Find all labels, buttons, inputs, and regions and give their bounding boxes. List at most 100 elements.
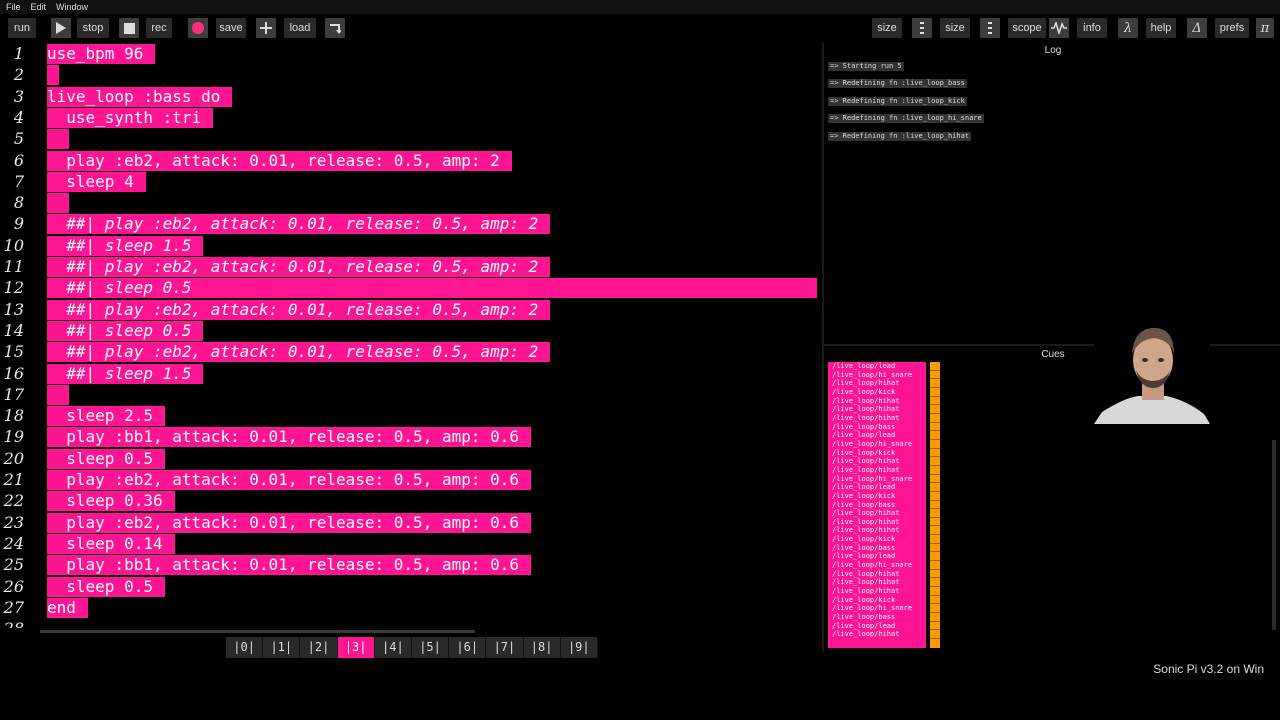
cues-vertical-scrollbar[interactable] bbox=[1272, 440, 1276, 630]
cue-bar-segment bbox=[930, 509, 940, 518]
stop-icon[interactable] bbox=[119, 18, 139, 38]
stop-button[interactable]: stop bbox=[77, 18, 109, 38]
cue-bar-segment bbox=[930, 526, 940, 536]
editor-line[interactable]: 23 play :eb2, attack: 0.01, release: 0.5… bbox=[0, 512, 820, 533]
editor-line[interactable]: 22 sleep 0.36 bbox=[0, 490, 820, 512]
editor-line[interactable]: 1 use_bpm 96 bbox=[0, 43, 820, 64]
editor-line[interactable]: 24 sleep 0.14 bbox=[0, 533, 820, 554]
text-size-up-icon[interactable] bbox=[980, 18, 1000, 38]
editor-line[interactable]: 10 ##| sleep 1.5 bbox=[0, 235, 820, 256]
editor-line[interactable]: 17 bbox=[0, 384, 820, 405]
editor-line[interactable]: 21 play :eb2, attack: 0.01, release: 0.5… bbox=[0, 469, 820, 490]
cue-item: /live_loop/lead bbox=[832, 621, 896, 630]
scope-button[interactable]: scope bbox=[1008, 18, 1046, 38]
editor-line[interactable]: 11 ##| play :eb2, attack: 0.01, release:… bbox=[0, 256, 820, 277]
cue-item: /live_loop/lead bbox=[832, 552, 896, 561]
info-button[interactable]: info bbox=[1077, 18, 1107, 38]
load-button[interactable]: load bbox=[284, 18, 316, 38]
load-icon[interactable] bbox=[325, 18, 345, 38]
menu-window[interactable]: Window bbox=[56, 2, 88, 12]
editor-line[interactable]: 19 play :bb1, attack: 0.01, release: 0.5… bbox=[0, 426, 820, 448]
code-text: ##| sleep 0.5 bbox=[47, 320, 192, 340]
editor-line[interactable]: 2 bbox=[0, 64, 820, 86]
editor-line[interactable]: 25 play :bb1, attack: 0.01, release: 0.5… bbox=[0, 554, 820, 576]
line-number: 7 bbox=[13, 171, 24, 191]
code-text: play :bb1, attack: 0.01, release: 0.5, a… bbox=[47, 427, 520, 447]
scope-wave-icon[interactable] bbox=[1049, 18, 1069, 38]
editor-line[interactable]: 5 bbox=[0, 128, 820, 150]
buffer-tab-4[interactable]: |4| bbox=[374, 637, 412, 658]
cue-bar-segment bbox=[930, 518, 940, 527]
buffer-tab-6[interactable]: |6| bbox=[449, 637, 487, 658]
buffer-tab-9[interactable]: |9| bbox=[560, 637, 598, 658]
help-button[interactable]: help bbox=[1146, 18, 1176, 38]
selection-highlight bbox=[47, 193, 69, 214]
editor-line[interactable]: 14 ##| sleep 0.5 bbox=[0, 320, 820, 341]
editor-line[interactable]: 16 ##| sleep 1.5 bbox=[0, 363, 820, 384]
code-text: sleep 0.5 bbox=[47, 576, 153, 596]
play-icon[interactable] bbox=[51, 18, 71, 38]
cue-item: /live_loop/hi_snare bbox=[832, 370, 913, 379]
buffer-tab-3[interactable]: |3| bbox=[337, 637, 375, 658]
editor-line[interactable]: 8 bbox=[0, 192, 820, 214]
lambda-icon[interactable]: λ bbox=[1118, 18, 1138, 38]
editor-line[interactable]: 4 use_synth :tri bbox=[0, 107, 820, 128]
code-text: ##| play :eb2, attack: 0.01, release: 0.… bbox=[47, 342, 539, 362]
pi-icon[interactable]: π bbox=[1256, 18, 1274, 38]
cue-bar-segment bbox=[930, 405, 940, 414]
code-text: ##| play :eb2, attack: 0.01, release: 0.… bbox=[47, 257, 539, 276]
editor-line[interactable]: 20 sleep 0.5 bbox=[0, 448, 820, 469]
size-button-2[interactable]: size bbox=[940, 18, 970, 38]
editor-line[interactable]: 27 end bbox=[0, 597, 820, 618]
buffer-tab-5[interactable]: |5| bbox=[411, 637, 450, 658]
code-editor[interactable]: 1 use_bpm 96 2 3 live_loop :bass do 4 use_syn… bbox=[0, 42, 820, 630]
rec-button[interactable]: rec bbox=[146, 18, 172, 38]
panel-divider[interactable] bbox=[822, 42, 824, 652]
cue-bar-segment bbox=[930, 587, 940, 596]
buffer-tab-8[interactable]: |8| bbox=[523, 637, 561, 658]
menu-file[interactable]: File bbox=[6, 2, 21, 12]
code-text: play :eb2, attack: 0.01, release: 0.5, a… bbox=[47, 512, 520, 532]
editor-line[interactable]: 3 live_loop :bass do bbox=[0, 86, 820, 107]
editor-line[interactable]: 9 ##| play :eb2, attack: 0.01, release: … bbox=[0, 213, 820, 235]
cue-bar-segment bbox=[930, 440, 940, 449]
size-button[interactable]: size bbox=[872, 18, 902, 38]
cue-item: /live_loop/hihat bbox=[832, 457, 900, 466]
plus-icon[interactable] bbox=[256, 18, 276, 38]
code-text: sleep 0.5 bbox=[47, 448, 153, 468]
code-text: use_synth :tri bbox=[47, 107, 202, 127]
record-icon[interactable] bbox=[188, 18, 208, 38]
log-line: => Redefining fn :live_loop_kick bbox=[828, 96, 967, 106]
cue-bar-segment bbox=[930, 570, 940, 579]
line-number: 18 bbox=[3, 406, 24, 426]
cue-bar-segment bbox=[930, 362, 940, 371]
editor-line[interactable]: 6 play :eb2, attack: 0.01, release: 0.5,… bbox=[0, 150, 820, 171]
buffer-tab-1[interactable]: |1| bbox=[263, 637, 301, 658]
cue-item: /live_loop/hi_snare bbox=[832, 561, 913, 570]
run-button[interactable]: run bbox=[8, 18, 36, 38]
editor-horizontal-scrollbar[interactable] bbox=[40, 630, 475, 633]
save-button[interactable]: save bbox=[216, 18, 246, 38]
buffer-tab-2[interactable]: |2| bbox=[300, 637, 338, 658]
prefs-button[interactable]: prefs bbox=[1215, 18, 1249, 38]
buffer-tab-7[interactable]: |7| bbox=[486, 637, 524, 658]
menu-edit[interactable]: Edit bbox=[31, 2, 47, 12]
cue-bar-segment bbox=[930, 475, 940, 484]
cue-item: /live_loop/hihat bbox=[832, 405, 900, 414]
cue-item: /live_loop/hihat bbox=[832, 509, 900, 518]
code-text: live_loop :bass do bbox=[47, 86, 221, 106]
editor-line[interactable]: 28 bbox=[0, 618, 820, 628]
editor-line[interactable]: 7 sleep 4 bbox=[0, 171, 820, 192]
editor-line[interactable]: 12 ##| sleep 0.5 bbox=[0, 277, 820, 299]
editor-line[interactable]: 13 ##| play :eb2, attack: 0.01, release:… bbox=[0, 299, 820, 320]
text-size-icon[interactable] bbox=[912, 18, 932, 38]
delta-icon[interactable]: Δ bbox=[1187, 18, 1207, 38]
editor-line[interactable]: 26 sleep 0.5 bbox=[0, 576, 820, 597]
line-number: 11 bbox=[3, 257, 24, 276]
buffer-tab-0[interactable]: |0| bbox=[226, 637, 264, 658]
editor-line[interactable]: 15 ##| play :eb2, attack: 0.01, release:… bbox=[0, 341, 820, 363]
log-cues-divider[interactable] bbox=[824, 344, 1280, 346]
editor-line[interactable]: 18 sleep 2.5 bbox=[0, 405, 820, 427]
cues-list: /live_loop/lead/live_loop/hi_snare/live_… bbox=[828, 362, 926, 648]
line-number: 25 bbox=[3, 555, 24, 575]
